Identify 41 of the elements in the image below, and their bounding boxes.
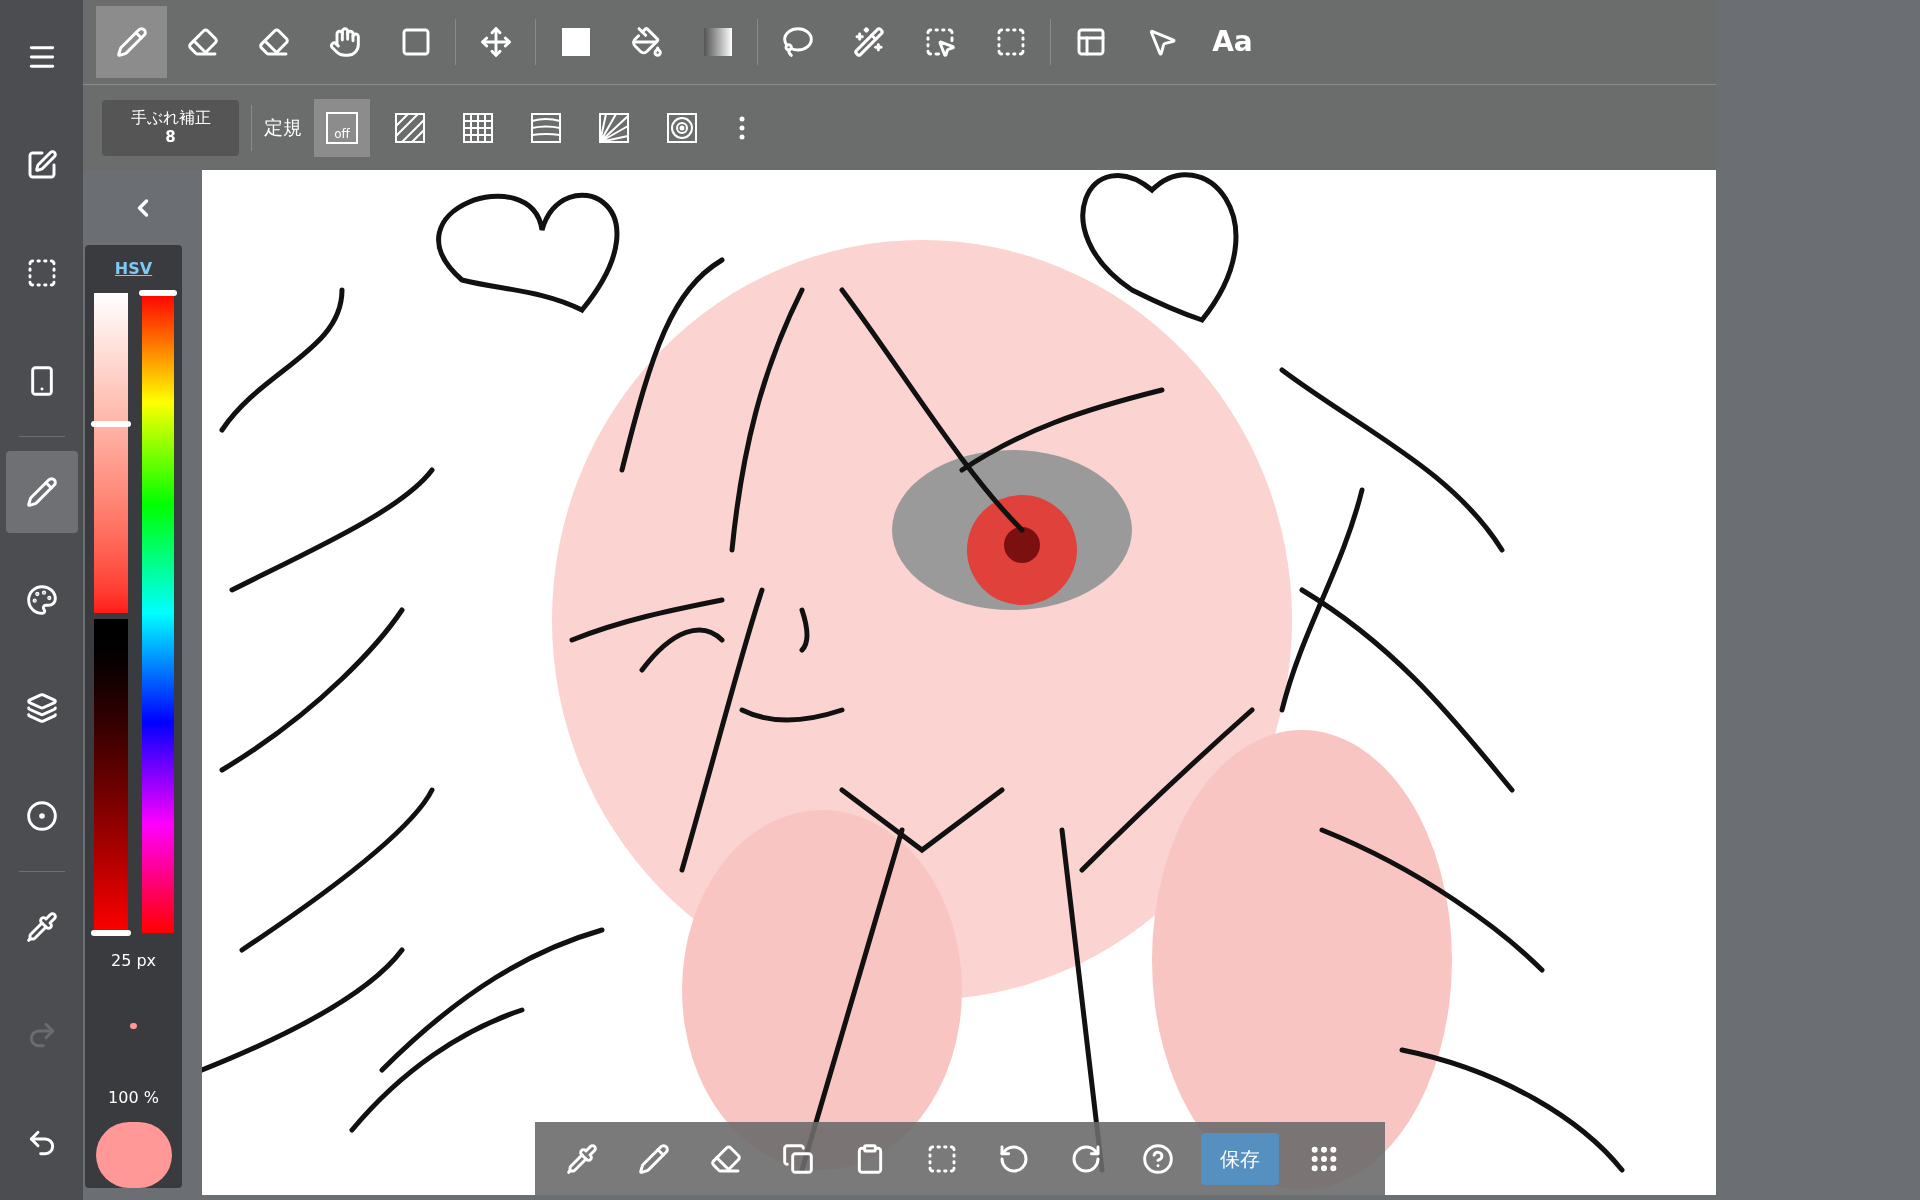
eraser-icon [257, 26, 290, 58]
grid-icon [462, 111, 494, 144]
palette-icon [25, 583, 58, 616]
save-button[interactable]: 保存 [1201, 1132, 1279, 1185]
opacity-label: 100 % [108, 1087, 159, 1110]
pencil-icon [115, 26, 148, 58]
paint-bucket-icon [630, 26, 663, 58]
eraser-icon [186, 26, 219, 58]
gradient-icon [703, 28, 732, 56]
hand-icon [328, 26, 361, 58]
copy-icon [782, 1142, 814, 1175]
move-icon [479, 26, 512, 58]
saturation-slider[interactable] [93, 293, 128, 613]
tool-button[interactable]: Aa [1197, 6, 1268, 78]
hatch-icon [394, 111, 426, 144]
brightness-slider[interactable] [93, 619, 128, 933]
slider-thumb[interactable] [90, 421, 131, 428]
slider-thumb[interactable] [138, 290, 177, 296]
help-icon [1142, 1142, 1174, 1175]
magic-wand-icon [852, 26, 885, 58]
sidebar-button[interactable] [5, 450, 78, 533]
dotted-circle-icon [25, 799, 58, 832]
radial-lines-icon [598, 111, 630, 144]
ruler-option[interactable]: off [314, 98, 370, 157]
hue-slider[interactable] [141, 293, 174, 933]
lasso-icon [781, 26, 814, 58]
concentric-circles-icon [666, 111, 698, 144]
curved-lines-icon [530, 111, 562, 144]
filled-square-icon [561, 28, 590, 56]
tool-button[interactable] [96, 6, 167, 78]
brush-size-label: 25 px [110, 950, 157, 972]
stabilizer-button[interactable]: 手ぶれ補正 8 [102, 99, 239, 156]
ruler-label: 定規 [264, 115, 302, 141]
color-mode-link[interactable]: HSV [114, 257, 153, 281]
more-icon [739, 115, 745, 140]
pencil-icon [25, 475, 58, 508]
layers-icon [25, 691, 58, 724]
eyedropper-icon [566, 1142, 598, 1175]
slider-thumb[interactable] [90, 930, 131, 936]
pencil-icon [638, 1142, 670, 1175]
eyedropper-icon [25, 910, 58, 943]
